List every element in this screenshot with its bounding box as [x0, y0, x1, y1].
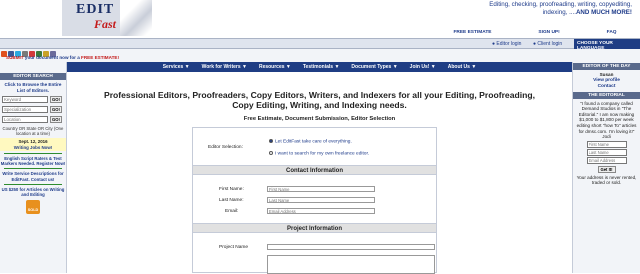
nav-join-us[interactable]: Join Us! ▼ [410, 64, 436, 72]
last-name-input[interactable] [267, 197, 375, 203]
main-nav: Services ▼ Work for Writers ▼ Resources … [67, 62, 572, 72]
estimate-form: Editor Selection: Let EditFast take care… [192, 127, 437, 274]
specialization-input[interactable] [2, 106, 48, 113]
project-info-heading: Project Information [193, 223, 436, 233]
get-it-button[interactable]: Get It! [597, 165, 616, 173]
option-search-own[interactable]: I want to search for my own freelance ed… [269, 151, 369, 156]
page-headline: Professional Editors, Proofreaders, Copy… [103, 90, 536, 110]
tagline: Editing, checking, proofreading, writing… [489, 1, 632, 16]
right-sidebar: EDITOR OF THE DAY Susan View profile Con… [572, 62, 640, 273]
first-name-label: First Name: [219, 187, 244, 192]
jobs-date-box: Sept. 12, 2016 Writing Jobs Now! [0, 138, 66, 151]
raters-needed-link[interactable]: English Script Raters & Test Markers Nee… [0, 156, 66, 166]
submit-document-banner[interactable]: SUBMIT your document now for a FREE ESTI… [6, 55, 119, 60]
logo-edit-text: EDIT [76, 2, 115, 17]
radio-selected-icon[interactable] [269, 139, 273, 143]
email-input[interactable] [267, 208, 375, 214]
nav-services[interactable]: Services ▼ [163, 64, 190, 72]
email-label: Email: [225, 209, 239, 214]
editor-login-link[interactable]: ● Editor login [492, 41, 521, 47]
writing-jobs-link[interactable]: Writing Jobs Now! [0, 145, 66, 150]
login-bar: ● Editor login ● Client login CHOOSE YOU… [0, 38, 640, 51]
specialization-go-button[interactable]: GO! [50, 106, 62, 113]
editorial-last-name-input[interactable] [586, 148, 627, 156]
editfast-logo[interactable]: EDIT Fast [62, 0, 152, 36]
last-name-label: Last Name: [219, 198, 244, 203]
editorial-email-input[interactable] [586, 156, 627, 164]
service-descriptions-link[interactable]: Write Service Descriptions for EditFast.… [0, 171, 66, 181]
left-sidebar: EDITOR SEARCH Click to Browse the Entire… [0, 62, 67, 273]
editor-search-heading: EDITOR SEARCH [0, 73, 66, 80]
contact-info-heading: Contact Information [193, 165, 436, 175]
editor-selection-label: Editor Selection: [208, 145, 243, 150]
project-name-label: Project Name [219, 245, 249, 250]
articles-link[interactable]: US $250 for Articles on Writing and Edit… [0, 187, 66, 197]
client-login-link[interactable]: ● Client login [533, 41, 562, 47]
faq-link[interactable]: FAQ [607, 30, 617, 38]
keyword-go-button[interactable]: GO! [50, 96, 62, 103]
logo-fast-text: Fast [94, 17, 117, 31]
browse-editors-link[interactable]: Click to Browse the Entire List of Edito… [0, 82, 66, 93]
nav-work-for-writers[interactable]: Work for Writers ▼ [202, 64, 247, 72]
nav-testimonials[interactable]: Testimonials ▼ [303, 64, 340, 72]
privacy-note: Your address is never rented, traded or … [576, 174, 637, 186]
option-editfast[interactable]: Let EditFast take care of everything. [269, 139, 352, 144]
editorial-heading: THE EDITORIAL [573, 91, 640, 99]
page-subheadline: Free Estimate, Document Submission, Edit… [243, 116, 396, 122]
header: EDIT Fast Editing, checking, proofreadin… [0, 0, 640, 38]
radio-icon[interactable] [269, 151, 273, 155]
project-name-input[interactable] [267, 244, 435, 250]
sign-up-link[interactable]: SIGN UP! [538, 30, 559, 38]
free-estimate-link[interactable]: FREE ESTIMATE [453, 30, 491, 38]
editorial-first-name-input[interactable] [586, 140, 627, 148]
editorial-quote: "I found a company called Demand Studios… [576, 100, 637, 140]
main-content: Professional Editors, Proofreaders, Copy… [67, 72, 572, 274]
first-name-input[interactable] [267, 186, 375, 192]
contact-editor-link[interactable]: Contact [573, 84, 640, 90]
location-go-button[interactable]: GO! [50, 116, 62, 123]
sold-badge-icon: SOLD [26, 200, 40, 215]
nav-about-us[interactable]: About Us ▼ [448, 64, 477, 72]
keyword-input[interactable] [2, 96, 48, 103]
divider [4, 183, 62, 185]
divider [4, 153, 62, 154]
nav-resources[interactable]: Resources ▼ [259, 64, 291, 72]
editor-of-day-heading: EDITOR OF THE DAY [573, 63, 640, 70]
top-links: FREE ESTIMATE SIGN UP! FAQ [430, 30, 640, 38]
divider [4, 168, 62, 170]
project-description-textarea[interactable] [267, 255, 435, 274]
nav-document-types[interactable]: Document Types ▼ [351, 64, 397, 72]
choose-language-label: CHOOSE YOUR LANGUAGE [574, 39, 640, 51]
logo-swoosh [120, 0, 152, 36]
location-note: Country OR State OR City (One location a… [2, 126, 64, 137]
location-input[interactable] [2, 116, 48, 123]
